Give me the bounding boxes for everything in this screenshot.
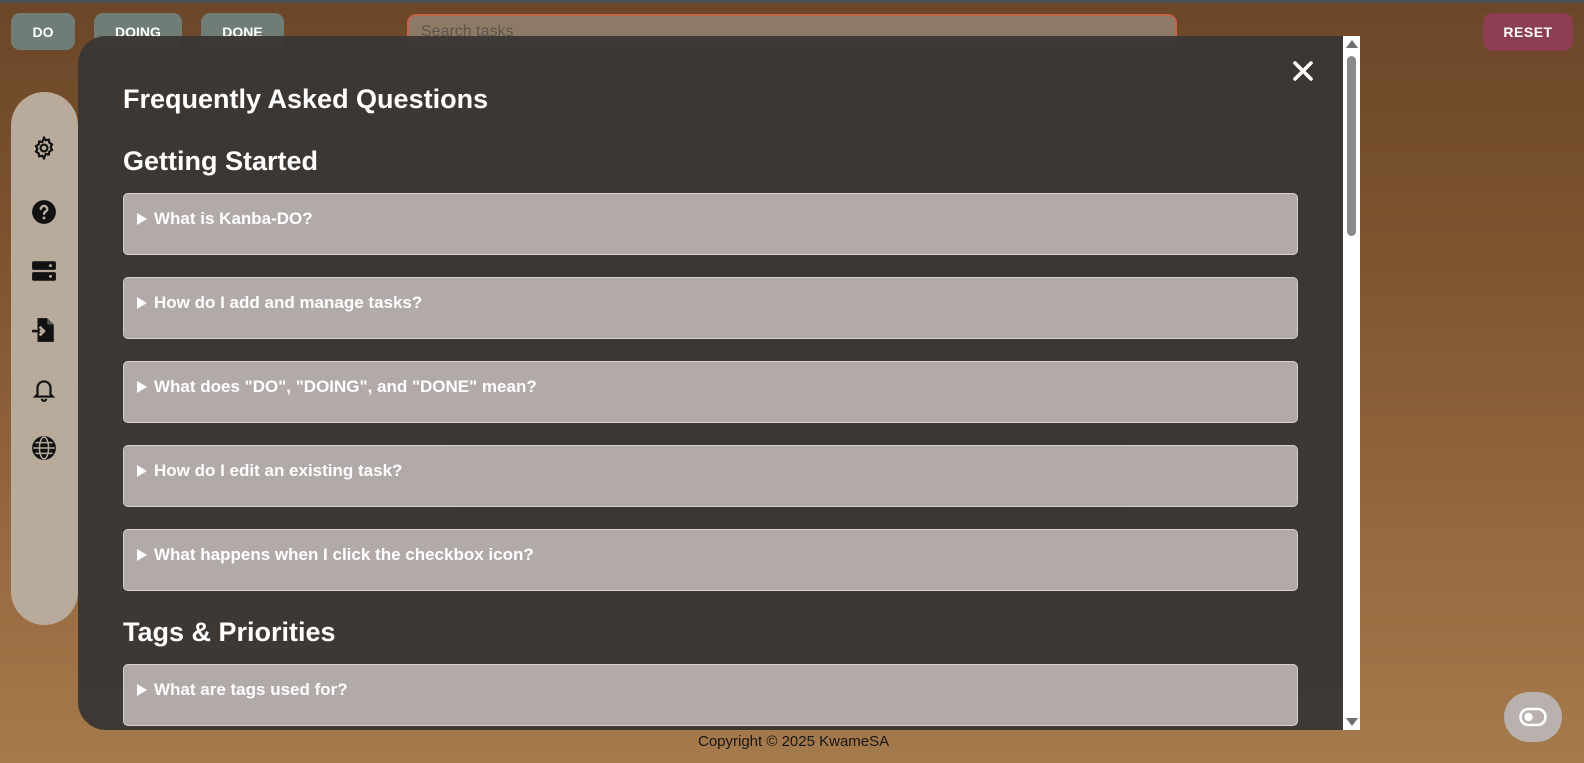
faq-item[interactable]: What is Kanba-DO? (123, 193, 1298, 255)
expand-arrow-icon (137, 381, 147, 393)
faq-item[interactable]: What happens when I click the checkbox i… (123, 529, 1298, 591)
gear-icon[interactable] (31, 135, 57, 161)
scroll-down-arrow-icon[interactable] (1346, 718, 1358, 726)
help-icon[interactable] (31, 199, 57, 225)
expand-arrow-icon (137, 213, 147, 225)
do-filter-button[interactable]: DO (11, 13, 75, 50)
modal-title: Frequently Asked Questions (123, 84, 489, 114)
faq-item[interactable]: How do I edit an existing task? (123, 445, 1298, 507)
faq-item[interactable]: What does "DO", "DOING", and "DONE" mean… (123, 361, 1298, 423)
faq-question: How do I edit an existing task? (154, 461, 403, 480)
section-title: Tags & Priorities (123, 617, 336, 647)
reset-button[interactable]: RESET (1483, 13, 1573, 51)
expand-arrow-icon (137, 297, 147, 309)
close-button[interactable] (1286, 54, 1320, 88)
expand-arrow-icon (137, 465, 147, 477)
faq-modal: Frequently Asked Questions Getting Start… (78, 36, 1358, 730)
expand-arrow-icon (137, 549, 147, 561)
import-icon[interactable] (31, 317, 57, 343)
scroll-thumb[interactable] (1347, 56, 1356, 236)
faq-question: What are tags used for? (154, 680, 348, 699)
footer-copyright: Copyright © 2025 KwameSA (698, 733, 890, 750)
faq-question: How do I add and manage tasks? (154, 293, 423, 312)
faq-item[interactable]: How do I add and manage tasks? (123, 277, 1298, 339)
close-icon (1293, 61, 1313, 81)
toggle-icon (1519, 707, 1547, 727)
storage-icon[interactable] (31, 258, 57, 284)
scroll-up-arrow-icon[interactable] (1346, 40, 1358, 48)
bell-icon[interactable] (31, 376, 57, 402)
faq-item[interactable]: What are tags used for? (123, 664, 1298, 726)
expand-arrow-icon (137, 684, 147, 696)
faq-question: What does "DO", "DOING", and "DONE" mean… (154, 377, 537, 396)
modal-scrollbar[interactable] (1343, 36, 1360, 730)
faq-question: What happens when I click the checkbox i… (154, 545, 534, 564)
faq-question: What is Kanba-DO? (154, 209, 313, 228)
sidebar (11, 92, 78, 625)
globe-icon[interactable] (31, 435, 57, 461)
section-title: Getting Started (123, 146, 319, 176)
top-border (0, 0, 1584, 3)
theme-toggle-button[interactable] (1504, 692, 1562, 742)
